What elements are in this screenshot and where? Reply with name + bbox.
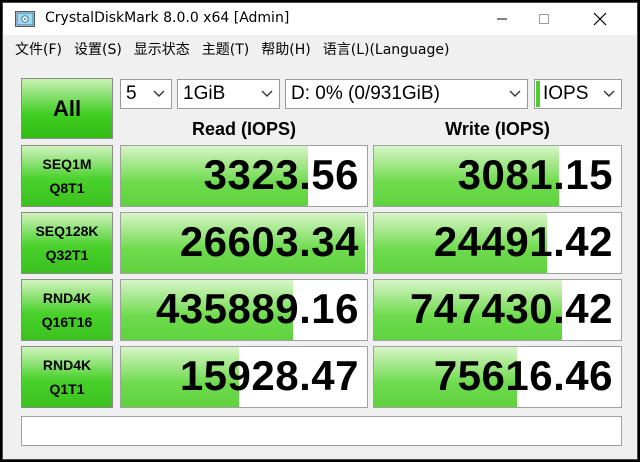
window-title: CrystalDiskMark 8.0.0 x64 [Admin] bbox=[45, 10, 290, 26]
write-result-value: 75616.46 bbox=[433, 352, 613, 399]
test-size-select[interactable]: 1GiB bbox=[177, 79, 280, 109]
menu-language[interactable]: 语言(L)(Language) bbox=[323, 39, 450, 59]
comment-input[interactable] bbox=[21, 416, 622, 446]
read-result-value: 435889.16 bbox=[155, 285, 359, 332]
write-result-value: 24491.42 bbox=[433, 218, 613, 265]
drive-select[interactable]: D: 0% (0/931GiB) bbox=[285, 79, 528, 109]
menu-settings[interactable]: 设置(S) bbox=[74, 39, 122, 59]
write-result-cell: 75616.46 bbox=[373, 346, 622, 408]
write-result-cell: 24491.42 bbox=[373, 212, 622, 274]
menu-theme[interactable]: 主题(T) bbox=[202, 39, 249, 59]
unit-indicator bbox=[536, 81, 540, 107]
write-column-header: Write (IOPS) bbox=[445, 119, 550, 139]
title-bar: CrystalDiskMark 8.0.0 x64 [Admin] bbox=[3, 3, 637, 35]
maximize-icon bbox=[539, 14, 549, 24]
menu-bar: 文件(F) 设置(S) 显示状态 主题(T) 帮助(H) 语言(L)(Langu… bbox=[3, 37, 637, 61]
test-count-value: 5 bbox=[126, 83, 137, 104]
write-result-value: 3081.15 bbox=[457, 151, 613, 198]
menu-display-status[interactable]: 显示状态 bbox=[134, 39, 190, 59]
minimize-button[interactable] bbox=[479, 3, 525, 35]
test-params: Q16T16 bbox=[41, 314, 93, 330]
read-result-cell: 26603.34 bbox=[120, 212, 368, 274]
test-size-value: 1GiB bbox=[183, 83, 226, 104]
test-params: Q8T1 bbox=[49, 180, 85, 196]
menu-help[interactable]: 帮助(H) bbox=[261, 39, 310, 59]
unit-value: IOPS bbox=[543, 83, 589, 104]
read-column-header: Read (IOPS) bbox=[191, 119, 297, 139]
read-result-cell: 435889.16 bbox=[120, 279, 368, 341]
read-result-value: 26603.34 bbox=[179, 218, 359, 265]
chevron-down-icon bbox=[509, 90, 521, 97]
close-button[interactable] bbox=[577, 3, 623, 35]
chevron-down-icon bbox=[153, 90, 165, 97]
app-window: CrystalDiskMark 8.0.0 x64 [Admin] 文件(F) … bbox=[2, 2, 638, 460]
write-result-cell: 3081.15 bbox=[373, 145, 622, 207]
test-button-rnd4k-q16t16[interactable]: RND4K Q16T16 bbox=[21, 279, 113, 341]
disk-icon bbox=[15, 11, 35, 27]
test-name: SEQ1M bbox=[42, 156, 92, 172]
read-result-cell: 3323.56 bbox=[120, 145, 368, 207]
test-params: Q32T1 bbox=[45, 247, 89, 263]
test-name: RND4K bbox=[42, 290, 92, 306]
chevron-down-icon bbox=[603, 90, 615, 97]
close-icon bbox=[593, 12, 607, 26]
chevron-down-icon bbox=[261, 90, 273, 97]
read-result-cell: 15928.47 bbox=[120, 346, 368, 408]
drive-value: D: 0% (0/931GiB) bbox=[291, 83, 440, 104]
unit-select[interactable]: IOPS bbox=[534, 79, 622, 109]
read-result-value: 15928.47 bbox=[179, 352, 359, 399]
test-button-rnd4k-q1t1[interactable]: RND4K Q1T1 bbox=[21, 346, 113, 408]
run-all-button[interactable]: All bbox=[21, 78, 113, 139]
test-name: RND4K bbox=[42, 357, 92, 373]
minimize-icon bbox=[497, 18, 507, 20]
read-result-value: 3323.56 bbox=[203, 151, 359, 198]
write-result-cell: 747430.42 bbox=[373, 279, 622, 341]
test-name: SEQ128K bbox=[35, 223, 99, 239]
test-button-seq128k-q32t1[interactable]: SEQ128K Q32T1 bbox=[21, 212, 113, 274]
write-result-value: 747430.42 bbox=[409, 285, 613, 332]
test-count-select[interactable]: 5 bbox=[120, 79, 172, 109]
test-params: Q1T1 bbox=[49, 381, 85, 397]
maximize-button[interactable] bbox=[521, 3, 567, 35]
menu-file[interactable]: 文件(F) bbox=[15, 39, 62, 59]
test-button-seq1m-q8t1[interactable]: SEQ1M Q8T1 bbox=[21, 145, 113, 207]
